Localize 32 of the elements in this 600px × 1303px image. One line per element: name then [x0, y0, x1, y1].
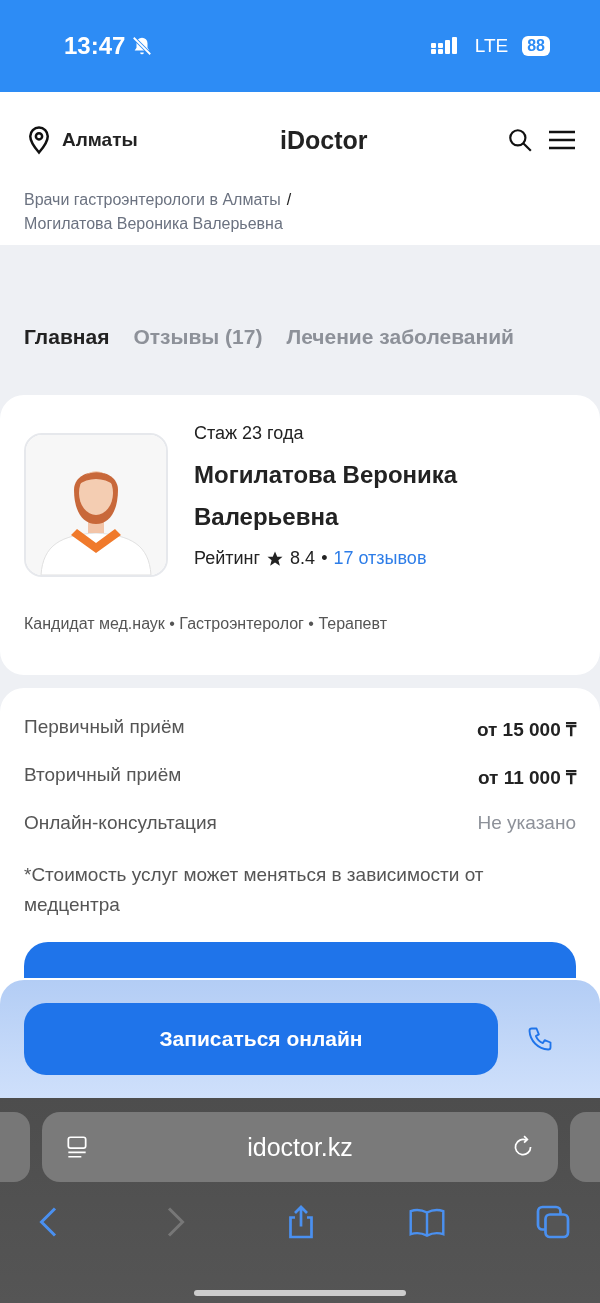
dot-separator: •	[321, 548, 328, 569]
service-price: от 15 000 ₸	[476, 718, 576, 742]
url-text: idoctor.kz	[246, 1132, 354, 1162]
doctor-name: Могилатова Вероника Валерьевна	[194, 460, 459, 532]
service-price: Не указано	[477, 812, 576, 835]
clock-time: 13:47	[64, 32, 126, 60]
experience-text: Стаж 23 года	[194, 423, 305, 444]
rating-label: Рейтинг	[194, 548, 261, 569]
address-bar[interactable]: idoctor.kz	[42, 1112, 558, 1182]
site-logo[interactable]: iDoctor	[280, 125, 492, 155]
reviews-link[interactable]: 17 отзывов	[333, 548, 427, 569]
rating-value: 8.4	[290, 548, 316, 569]
service-name: Первичный приём	[24, 716, 185, 739]
phone-icon[interactable]	[526, 1025, 554, 1053]
breadcrumb-separator: /	[286, 191, 292, 208]
booking-button[interactable]: Записаться онлайн	[24, 1003, 498, 1075]
service-name: Онлайн-консультация	[24, 812, 217, 835]
tab[interactable]: Главная	[24, 325, 110, 395]
city-selector[interactable]: Алматы	[62, 129, 272, 151]
tab[interactable]: Лечение заболеваний	[286, 325, 514, 395]
price-note: *Стоимость услуг может меняться в зависимости от медцентра	[24, 863, 485, 917]
breadcrumb-current: Могилатова Вероника Валерьевна	[24, 215, 283, 232]
tab[interactable]: Отзывы (17)	[133, 325, 263, 395]
specialties-text: Кандидат мед.наук • Гастроэнтеролог • Терапевт	[24, 615, 388, 633]
battery-level: 88	[522, 36, 550, 56]
tabs-icon[interactable]	[534, 1204, 572, 1240]
service-name: Вторичный приём	[24, 764, 182, 787]
search-icon[interactable]	[506, 127, 534, 153]
breadcrumb-link[interactable]: Врачи гастроэнтерологи в Алматы	[24, 191, 281, 208]
reader-icon[interactable]	[64, 1134, 90, 1160]
service-price: от 11 000 ₸	[477, 766, 576, 790]
network-type: LTE	[474, 35, 509, 57]
